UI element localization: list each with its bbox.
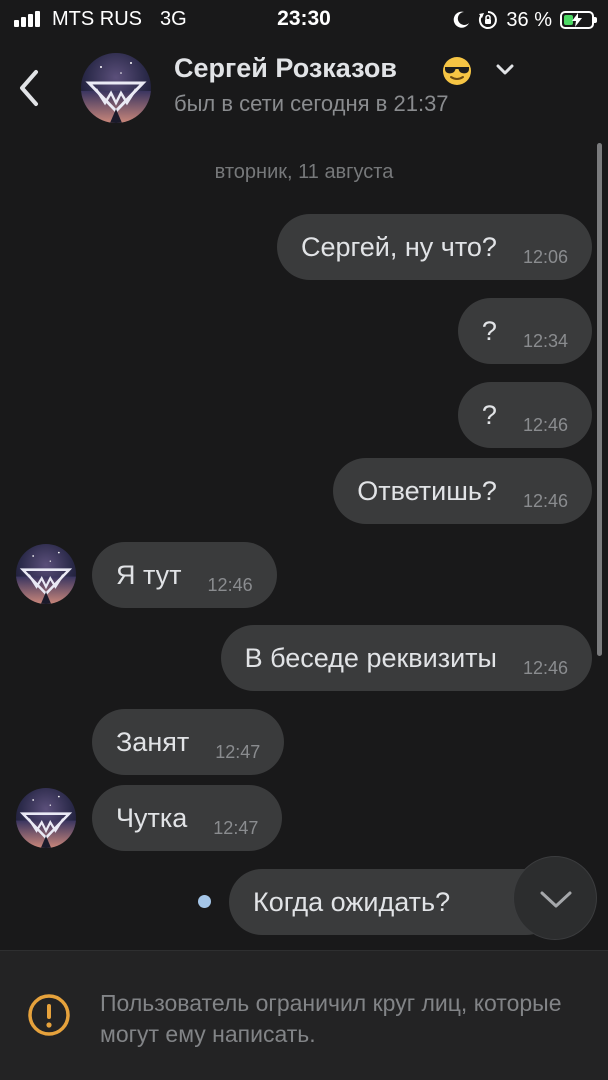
scrollbar[interactable]: [597, 143, 602, 656]
message-bubble-incoming[interactable]: Занят 12:47: [92, 709, 285, 775]
back-arrow-icon[interactable]: [14, 66, 44, 110]
restriction-text: Пользователь ограничил круг лиц, которые…: [100, 990, 562, 1047]
sender-avatar[interactable]: [16, 788, 76, 848]
unread-indicator: [198, 895, 211, 908]
message-time: 12:46: [522, 414, 568, 435]
message-bubble-outgoing[interactable]: ? 12:46: [457, 382, 592, 448]
restriction-notice: Пользователь ограничил круг лиц, которые…: [0, 950, 608, 1080]
message-text: Когда ожидать?: [253, 886, 451, 917]
message-time: 12:46: [522, 490, 568, 511]
message-text: ?: [481, 399, 497, 430]
charging-bolt-icon: [572, 13, 582, 27]
message-bubble-outgoing[interactable]: Сергей, ну что? 12:06: [276, 214, 592, 280]
status-right: 36 %: [452, 8, 597, 32]
status-bar: MTS RUS 3G 23:30 36 %: [0, 0, 608, 40]
warning-icon: [28, 994, 70, 1036]
contact-name[interactable]: Сергей Розказов: [174, 53, 397, 84]
scroll-down-button[interactable]: [513, 856, 597, 940]
message-text: В беседе реквизиты: [244, 642, 497, 673]
message-bubble-outgoing[interactable]: Когда ожидать?: [229, 869, 559, 935]
message-time: 12:06: [522, 246, 568, 267]
message-text: Чутка: [116, 802, 188, 833]
message-time: 12:47: [215, 741, 261, 762]
message-bubble-outgoing[interactable]: Ответишь? 12:46: [333, 458, 592, 524]
message-time: 12:46: [207, 574, 253, 595]
chevron-down-icon[interactable]: [494, 60, 516, 80]
rotation-lock-icon: [479, 11, 498, 29]
battery-percent: 36 %: [506, 8, 552, 31]
message-time: 12:34: [522, 330, 568, 351]
message-text: Занят: [116, 726, 190, 757]
message-text: Я тут: [116, 559, 182, 590]
message-time: 12:47: [213, 817, 259, 838]
sender-avatar[interactable]: [16, 544, 76, 604]
message-time: 12:46: [522, 657, 568, 678]
message-bubble-incoming[interactable]: Я тут 12:46: [92, 542, 277, 608]
message-text: Ответишь?: [357, 475, 497, 506]
message-text: Сергей, ну что?: [300, 231, 497, 262]
chat-header: Сергей Розказов был в сети сегодня в 21:…: [0, 40, 608, 140]
message-text: ?: [481, 315, 497, 346]
message-bubble-outgoing[interactable]: ? 12:34: [457, 298, 592, 364]
moon-icon: [454, 11, 470, 28]
date-separator: вторник, 11 августа: [214, 161, 394, 183]
battery-charging-icon: [560, 11, 597, 29]
chevron-down-icon: [540, 891, 572, 908]
contact-last-seen: был в сети сегодня в 21:37: [174, 91, 449, 116]
message-bubble-outgoing[interactable]: В беседе реквизиты 12:46: [220, 625, 592, 691]
message-bubble-incoming[interactable]: Чутка 12:47: [92, 785, 283, 851]
contact-avatar[interactable]: [81, 53, 151, 123]
sunglasses-emoji-icon: [443, 57, 471, 85]
